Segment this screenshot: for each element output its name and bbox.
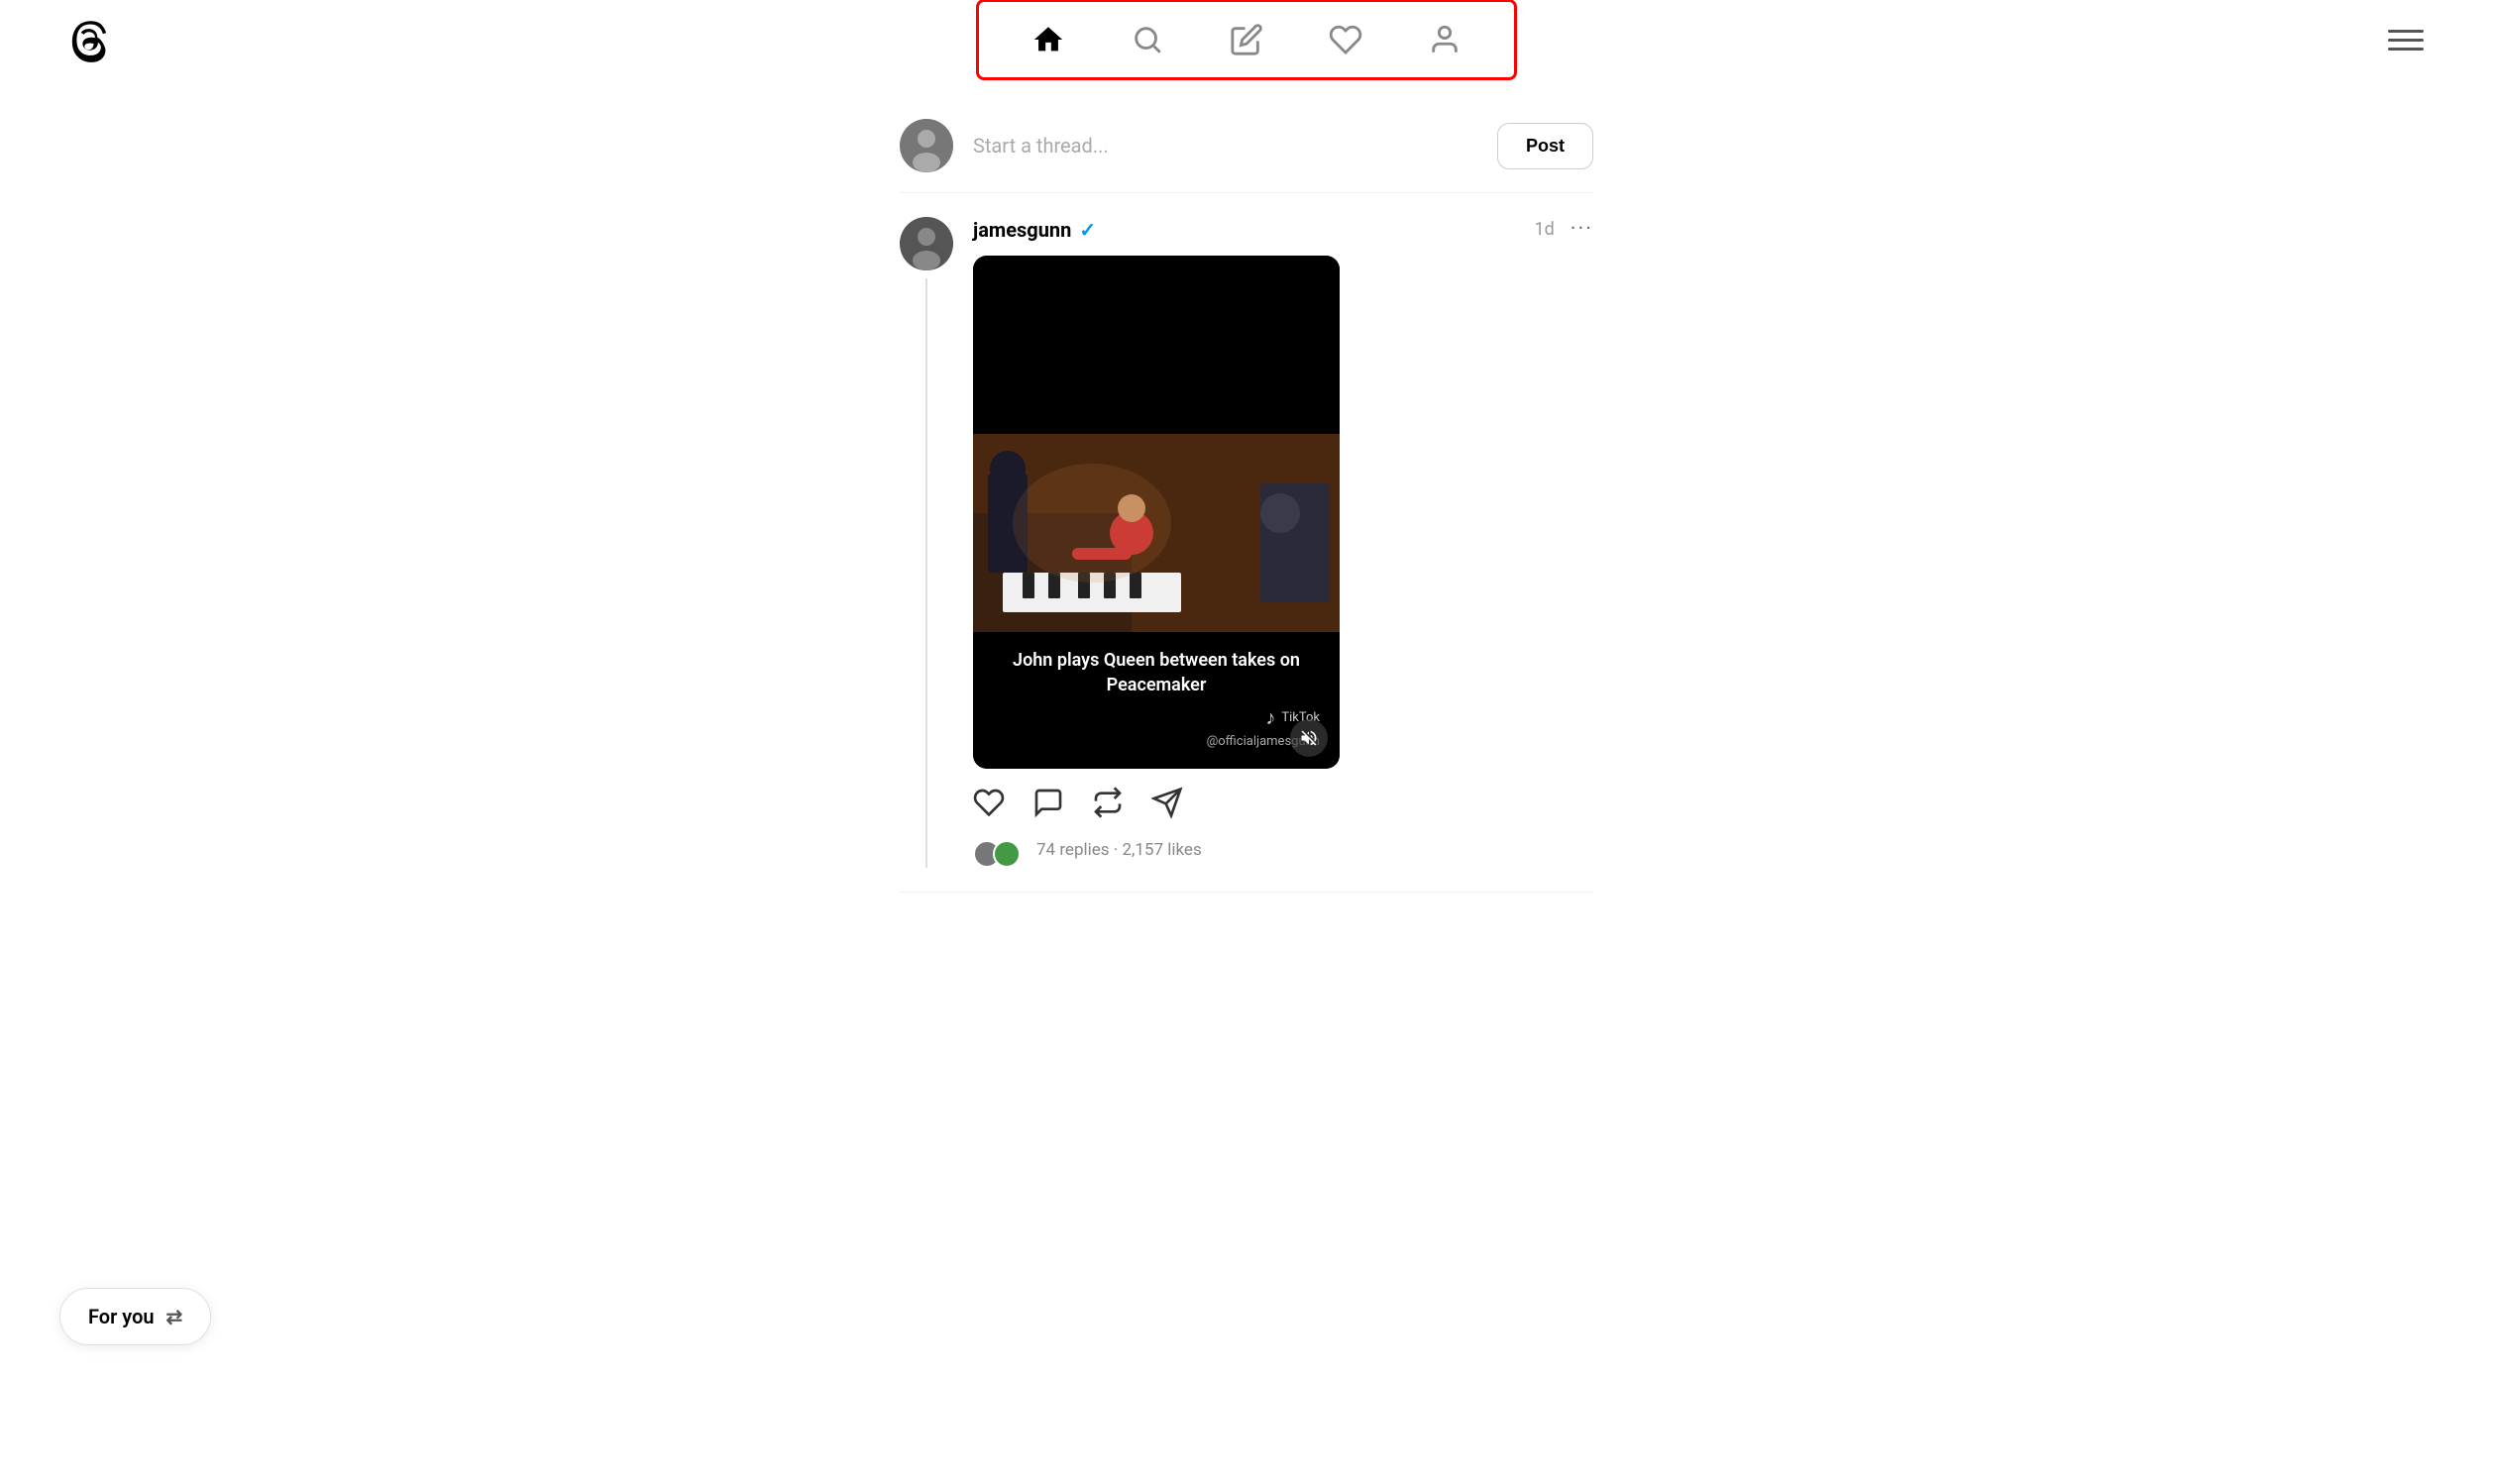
- nav-activity-button[interactable]: [1296, 12, 1395, 67]
- video-scene: [973, 434, 1340, 632]
- stats-separator: ·: [1114, 840, 1118, 860]
- threads-logo[interactable]: [59, 10, 119, 69]
- post-author-avatar[interactable]: [900, 217, 953, 270]
- menu-button[interactable]: [2378, 20, 2434, 60]
- post-author-name[interactable]: jamesgunn ✓: [973, 218, 1096, 242]
- video-top-black: [973, 256, 1340, 434]
- menu-line-2: [2388, 39, 2424, 42]
- post-header: jamesgunn ✓ 1d ···: [973, 217, 1593, 242]
- tiktok-logo-icon: ♪: [1265, 705, 1275, 730]
- nav-icons-group: [976, 0, 1517, 80]
- post-meta-right: 1d ···: [1534, 217, 1593, 242]
- replier-avatar-2: [993, 840, 1021, 868]
- feed-container: Start a thread... Post: [900, 99, 1593, 893]
- for-you-label: For you: [88, 1305, 155, 1328]
- likes-count: 2,157 likes: [1122, 840, 1201, 860]
- video-caption-bar: John plays Queen between takes on Peacem…: [973, 632, 1340, 769]
- nav-search-button[interactable]: [1098, 12, 1197, 67]
- tiktok-username: @officialjamesgunn: [993, 734, 1320, 749]
- switch-icon: ⇄: [166, 1305, 183, 1328]
- repost-button[interactable]: [1092, 787, 1124, 818]
- composer-avatar: [900, 119, 953, 172]
- author-username: jamesgunn: [973, 218, 1071, 242]
- thread-composer: Start a thread... Post: [900, 99, 1593, 193]
- video-scene-container: John plays Queen between takes on Peacem…: [973, 434, 1340, 769]
- nav-compose-button[interactable]: [1197, 12, 1296, 67]
- post-button[interactable]: Post: [1497, 123, 1593, 169]
- post-stats-row: 74 replies · 2,157 likes: [973, 832, 1593, 868]
- replies-count: 74 replies: [1036, 840, 1110, 860]
- post-left-col: [900, 217, 953, 868]
- video-caption-text: John plays Queen between takes on Peacem…: [993, 648, 1320, 697]
- post-actions: [973, 787, 1593, 818]
- nav-profile-button[interactable]: [1395, 12, 1494, 67]
- thread-input[interactable]: Start a thread...: [973, 132, 1477, 159]
- menu-line-1: [2388, 30, 2424, 33]
- post-jamesgunn: jamesgunn ✓ 1d ···: [900, 193, 1593, 893]
- post-video[interactable]: John plays Queen between takes on Peacem…: [973, 256, 1340, 769]
- post-content: jamesgunn ✓ 1d ···: [973, 217, 1593, 868]
- replier-avatars: [973, 840, 1021, 868]
- main-feed: Start a thread... Post: [0, 79, 2493, 912]
- comment-button[interactable]: [1032, 787, 1064, 818]
- menu-line-3: [2388, 48, 2424, 51]
- post-stats: 74 replies · 2,157 likes: [1036, 840, 1202, 860]
- post-more-options[interactable]: ···: [1571, 217, 1593, 242]
- thread-line: [925, 278, 927, 868]
- tiktok-watermark: ♪ TikTok: [993, 705, 1320, 730]
- post-timestamp: 1d: [1534, 219, 1554, 240]
- verified-badge: ✓: [1079, 218, 1096, 242]
- share-button[interactable]: [1151, 787, 1183, 818]
- nav-home-button[interactable]: [999, 12, 1098, 67]
- top-navigation: [0, 0, 2493, 79]
- for-you-pill[interactable]: For you ⇄: [59, 1288, 211, 1345]
- like-button[interactable]: [973, 787, 1005, 818]
